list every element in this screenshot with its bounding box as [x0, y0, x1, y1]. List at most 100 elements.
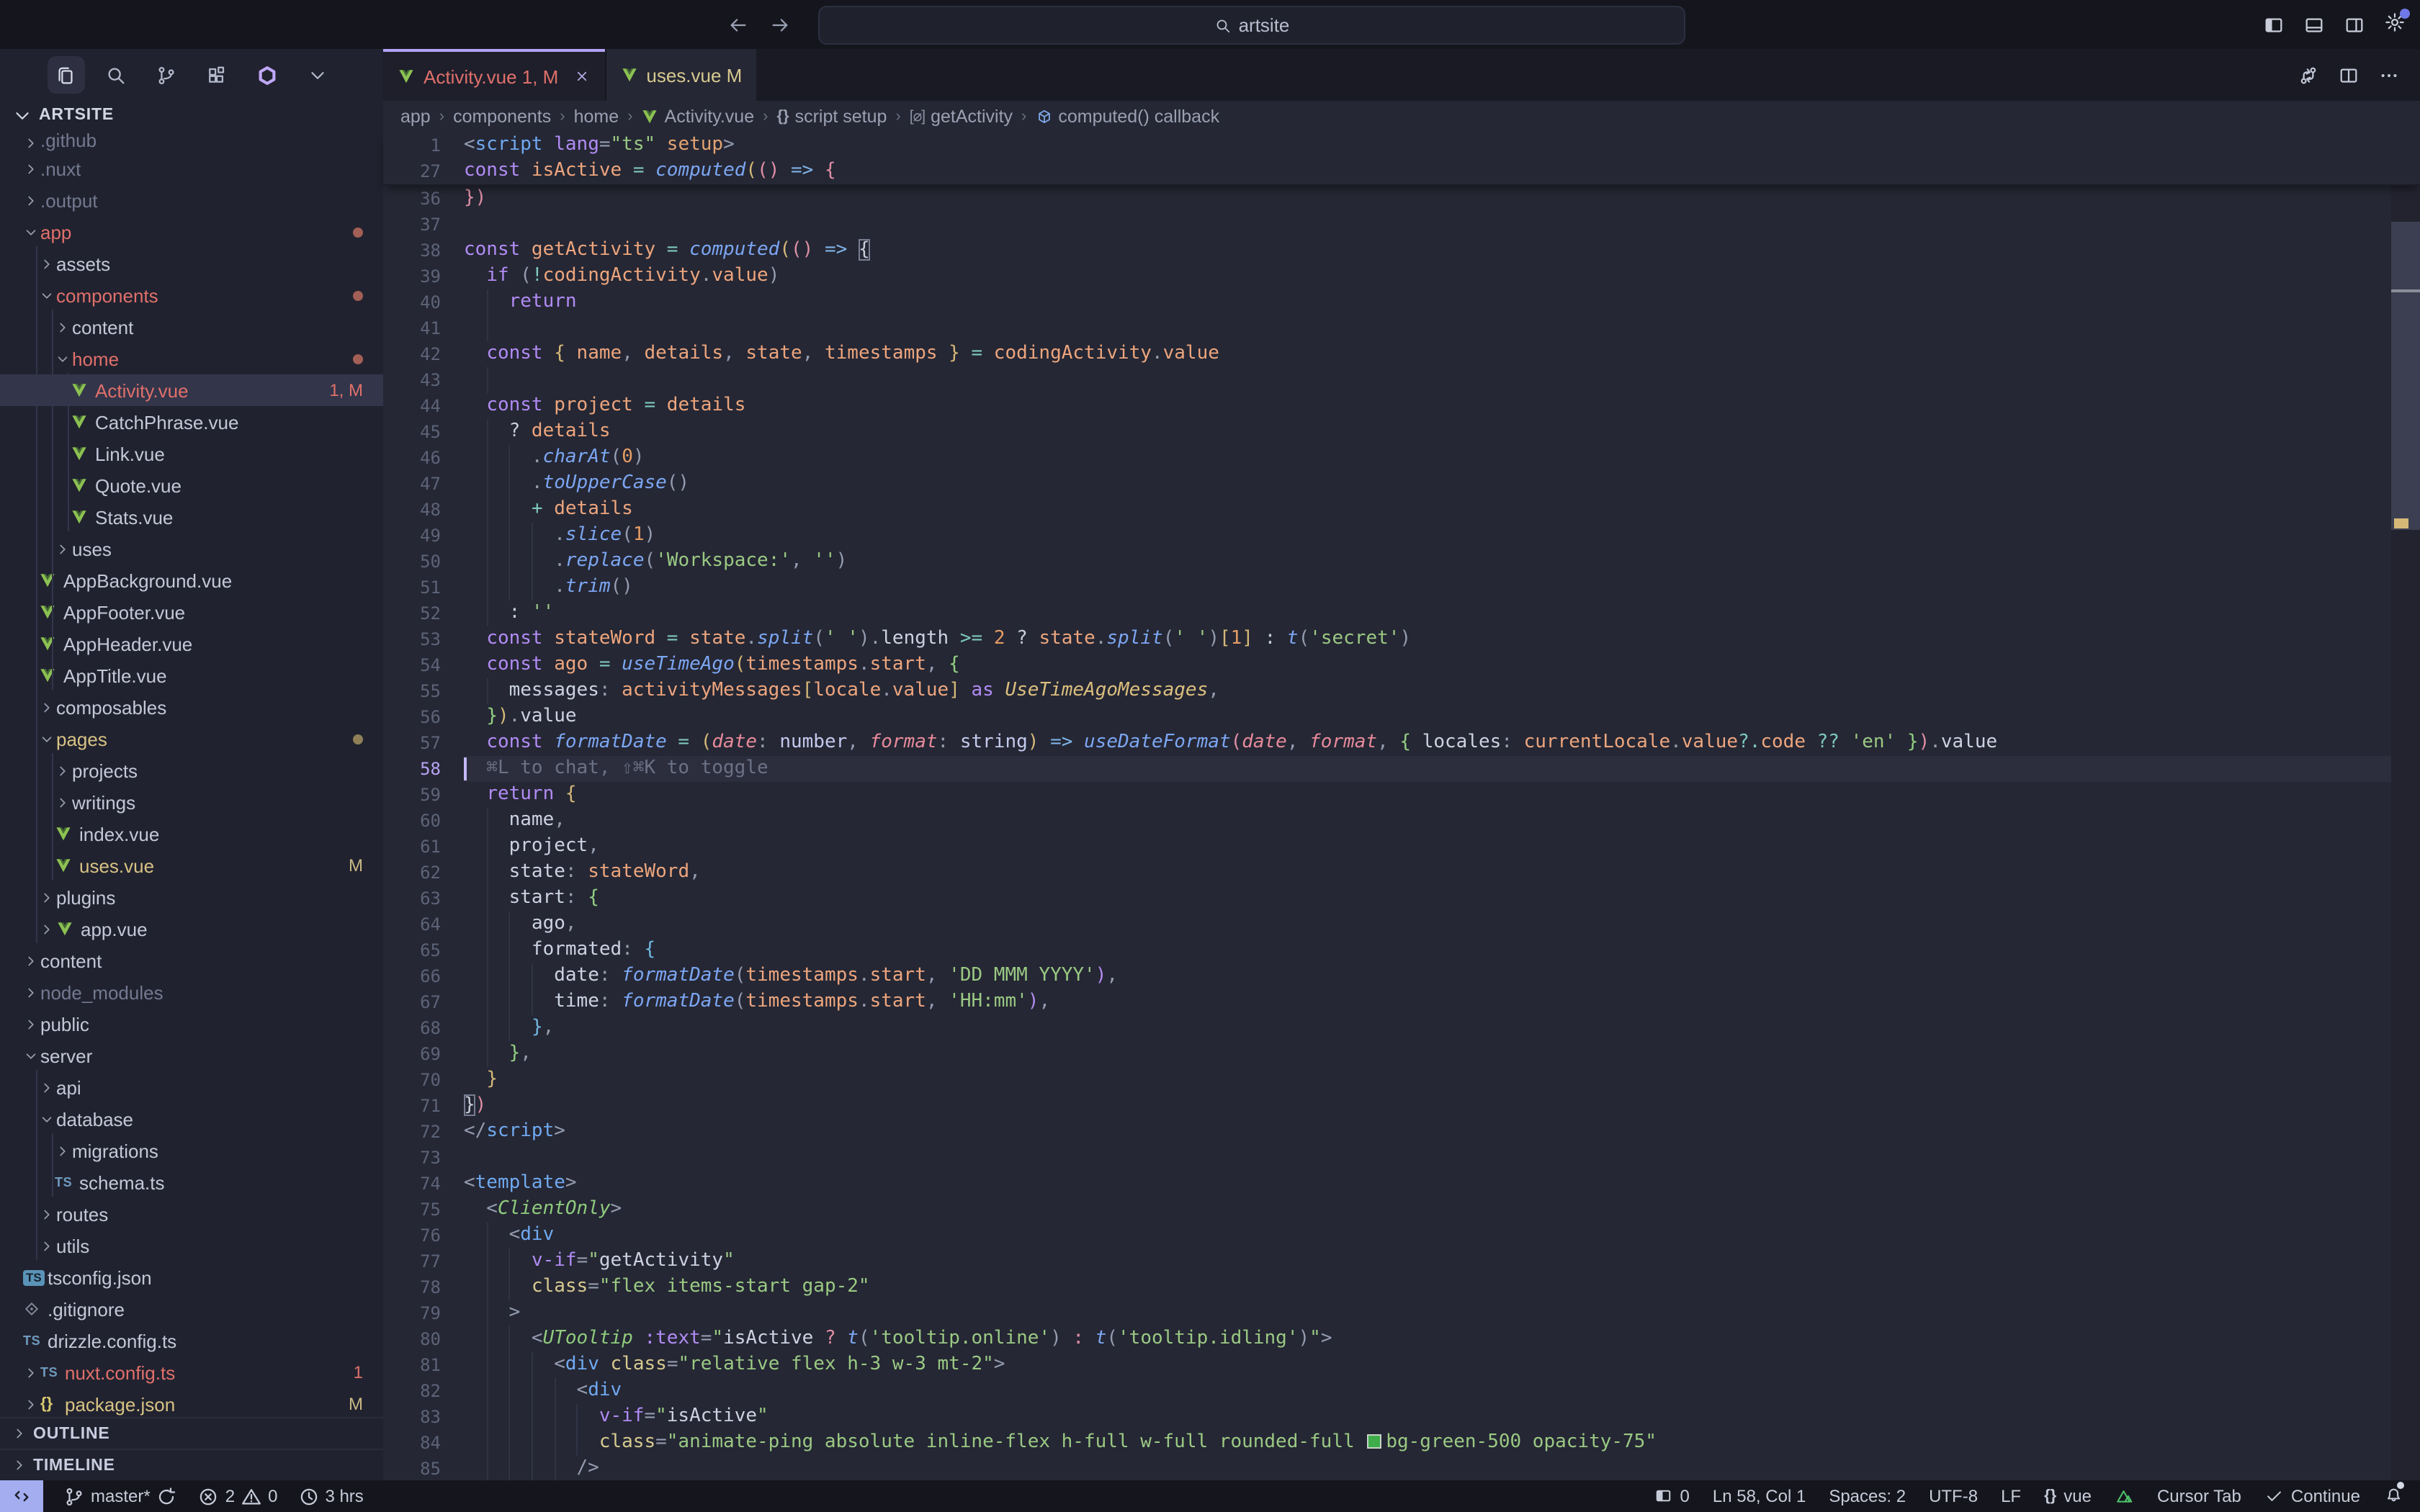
- tree-folder-routes[interactable]: routes: [0, 1198, 383, 1230]
- code-line-27[interactable]: 27const isActive = computed(() => {: [383, 158, 2420, 184]
- problems-status[interactable]: 20: [198, 1485, 278, 1507]
- code-line-67[interactable]: 67 time: formatDate(timestamps.start, 'H…: [383, 989, 2420, 1015]
- code-line-59[interactable]: 59 return {: [383, 782, 2420, 808]
- status-item-language-mode[interactable]: {}vue: [2044, 1486, 2092, 1506]
- code-line-37[interactable]: 37: [383, 212, 2420, 238]
- code-line-36[interactable]: 36}): [383, 186, 2420, 212]
- tree-file-appheader.vue[interactable]: AppHeader.vue: [0, 628, 383, 660]
- code-line-44[interactable]: 44 const project = details: [383, 393, 2420, 419]
- tree-folder-api[interactable]: api: [0, 1071, 383, 1103]
- tree-file-apptitle.vue[interactable]: AppTitle.vue: [0, 660, 383, 691]
- close-icon[interactable]: [573, 68, 590, 85]
- tree-file-catchphrase.vue[interactable]: CatchPhrase.vue: [0, 406, 383, 438]
- tree-folder-composables[interactable]: composables: [0, 691, 383, 723]
- code-line-54[interactable]: 54 const ago = useTimeAgo(timestamps.sta…: [383, 652, 2420, 678]
- status-item-encoding[interactable]: UTF-8: [1929, 1486, 1978, 1506]
- tree-folder-components[interactable]: components: [0, 279, 383, 311]
- toggle-primary-sidebar-icon[interactable]: [2263, 14, 2285, 35]
- code-line-58[interactable]: 58 ⌘L to chat, ⇧⌘K to toggle: [383, 756, 2420, 782]
- code-editor[interactable]: 1<script lang="ts" setup>27const isActiv…: [383, 132, 2420, 1480]
- code-line-73[interactable]: 73: [383, 1145, 2420, 1171]
- tree-folder-content[interactable]: content: [0, 945, 383, 976]
- tree-folder-pages[interactable]: pages: [0, 723, 383, 755]
- tree-folder-database[interactable]: database: [0, 1103, 383, 1135]
- code-line-64[interactable]: 64 ago,: [383, 912, 2420, 937]
- tree-file-index.vue[interactable]: index.vue: [0, 818, 383, 850]
- code-line-72[interactable]: 72</script>: [383, 1119, 2420, 1145]
- tree-folder-.output[interactable]: .output: [0, 184, 383, 216]
- code-line-80[interactable]: 80 <UTooltip :text="isActive ? t('toolti…: [383, 1326, 2420, 1352]
- code-line-68[interactable]: 68 },: [383, 1015, 2420, 1041]
- code-line-1[interactable]: 1<script lang="ts" setup>: [383, 132, 2420, 158]
- tree-file-link.vue[interactable]: Link.vue: [0, 438, 383, 469]
- tree-folder-home[interactable]: home: [0, 343, 383, 374]
- tree-folder-.nuxt[interactable]: .nuxt: [0, 153, 383, 184]
- tree-file-activity.vue[interactable]: Activity.vue1, M: [0, 374, 383, 406]
- back-icon[interactable]: [727, 14, 749, 35]
- code-line-49[interactable]: 49 .slice(1): [383, 523, 2420, 549]
- code-line-57[interactable]: 57 const formatDate = (date: number, for…: [383, 730, 2420, 756]
- code-line-45[interactable]: 45 ? details: [383, 419, 2420, 445]
- code-line-38[interactable]: 38const getActivity = computed(() => {: [383, 238, 2420, 264]
- breadcrumb-item-activity-vue[interactable]: Activity.vue: [642, 107, 755, 127]
- tree-file-tsconfig.json[interactable]: TStsconfig.json: [0, 1261, 383, 1293]
- code-line-69[interactable]: 69 },: [383, 1041, 2420, 1067]
- code-line-60[interactable]: 60 name,: [383, 808, 2420, 834]
- status-item-cursor-position[interactable]: Ln 58, Col 1: [1713, 1486, 1806, 1506]
- code-line-76[interactable]: 76 <div: [383, 1223, 2420, 1248]
- code-line-39[interactable]: 39 if (!codingActivity.value): [383, 264, 2420, 289]
- tree-folder-uses[interactable]: uses: [0, 533, 383, 564]
- breadcrumb-item-home[interactable]: home: [574, 107, 619, 127]
- activity-bar-item-explorer[interactable]: [47, 56, 84, 94]
- tree-file-stats.vue[interactable]: Stats.vue: [0, 501, 383, 533]
- code-line-66[interactable]: 66 date: formatDate(timestamps.start, 'D…: [383, 963, 2420, 989]
- tree-file-uses.vue[interactable]: uses.vueM: [0, 850, 383, 881]
- sidebar-section-timeline[interactable]: TIMELINE: [0, 1449, 383, 1480]
- activity-bar-item-search[interactable]: [97, 56, 135, 94]
- code-line-63[interactable]: 63 start: {: [383, 886, 2420, 912]
- status-item-indentation[interactable]: Spaces: 2: [1829, 1486, 1906, 1506]
- tree-folder-public[interactable]: public: [0, 1008, 383, 1040]
- git-branch-status[interactable]: master*: [63, 1485, 178, 1507]
- activity-bar-item-extensions[interactable]: [198, 56, 236, 94]
- tree-file-app.vue[interactable]: app.vue: [0, 913, 383, 945]
- tree-file-appfooter.vue[interactable]: AppFooter.vue: [0, 596, 383, 628]
- code-line-46[interactable]: 46 .charAt(0): [383, 445, 2420, 471]
- remote-indicator[interactable]: [0, 1480, 43, 1512]
- forward-icon[interactable]: [769, 14, 791, 35]
- tree-folder-plugins[interactable]: plugins: [0, 881, 383, 913]
- code-line-65[interactable]: 65 formated: {: [383, 937, 2420, 963]
- code-line-42[interactable]: 42 const { name, details, state, timesta…: [383, 341, 2420, 367]
- explorer-header[interactable]: ARTSITE: [0, 101, 383, 130]
- tree-file-package.json[interactable]: {}package.jsonM: [0, 1388, 383, 1420]
- code-line-82[interactable]: 82 <div: [383, 1378, 2420, 1404]
- settings-gear-wrap[interactable]: [2384, 12, 2406, 37]
- code-line-85[interactable]: 85 />: [383, 1456, 2420, 1482]
- code-line-71[interactable]: 71}): [383, 1093, 2420, 1119]
- tree-folder-.github[interactable]: .github: [0, 130, 383, 153]
- code-line-55[interactable]: 55 messages: activityMessages[locale.val…: [383, 678, 2420, 704]
- code-line-51[interactable]: 51 .trim(): [383, 575, 2420, 600]
- code-line-53[interactable]: 53 const stateWord = state.split(' ').le…: [383, 626, 2420, 652]
- code-line-75[interactable]: 75 <ClientOnly>: [383, 1197, 2420, 1223]
- more-actions-icon[interactable]: [2378, 64, 2400, 86]
- tree-file-.gitignore[interactable]: .gitignore: [0, 1293, 383, 1325]
- open-changes-icon[interactable]: [2298, 64, 2319, 86]
- tree-folder-content[interactable]: content: [0, 311, 383, 343]
- code-line-74[interactable]: 74<template>: [383, 1171, 2420, 1197]
- code-line-50[interactable]: 50 .replace('Workspace:', ''): [383, 549, 2420, 575]
- tree-file-drizzle.config.ts[interactable]: TSdrizzle.config.ts: [0, 1325, 383, 1356]
- code-line-47[interactable]: 47 .toUpperCase(): [383, 471, 2420, 497]
- status-item-vue-language-server[interactable]: [2115, 1487, 2134, 1506]
- code-line-70[interactable]: 70 }: [383, 1067, 2420, 1093]
- search-input[interactable]: artsite: [818, 6, 1685, 45]
- sidebar-section-outline[interactable]: OUTLINE: [0, 1417, 383, 1449]
- activity-bar-item-more-views[interactable]: [299, 56, 336, 94]
- code-line-62[interactable]: 62 state: stateWord,: [383, 860, 2420, 886]
- breadcrumb-item-app[interactable]: app: [400, 107, 431, 127]
- status-item-notifications[interactable]: [2383, 1485, 2403, 1508]
- coding-time-status[interactable]: 3 hrs: [297, 1485, 363, 1507]
- code-line-84[interactable]: 84 class="animate-ping absolute inline-f…: [383, 1430, 2420, 1456]
- breadcrumb-item-getactivity[interactable]: [⌀]getActivity: [910, 107, 1013, 127]
- tree-folder-server[interactable]: server: [0, 1040, 383, 1071]
